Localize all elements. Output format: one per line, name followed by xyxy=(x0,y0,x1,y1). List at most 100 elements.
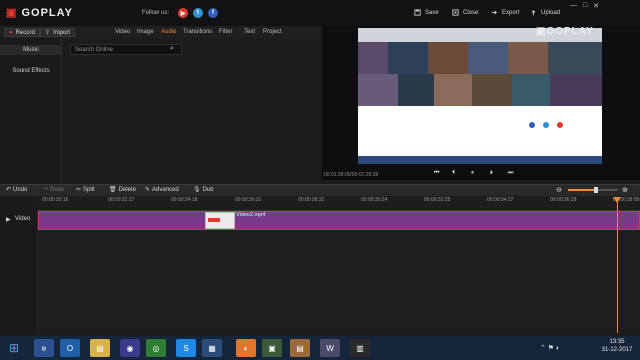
advanced-button[interactable]: ✎ Advanced xyxy=(145,186,179,194)
pause-icon[interactable]: ⏸ xyxy=(471,170,480,179)
tab-audio[interactable]: Audio xyxy=(161,29,176,35)
tab-filter[interactable]: Filter xyxy=(219,29,232,35)
chrome-icon[interactable]: ◎ xyxy=(146,339,166,357)
preview-frame-image xyxy=(358,28,602,164)
import-button[interactable]: ⇪ Import xyxy=(40,28,76,37)
record-button[interactable]: ● Record xyxy=(4,28,40,37)
follow-label: Follow us: xyxy=(142,10,170,16)
ruler-tick-label: 00:00:20:16 xyxy=(42,197,69,203)
video-track-icon: ▶ xyxy=(6,217,11,223)
zoom-slider-fill xyxy=(568,189,596,191)
edit-toolbar xyxy=(0,184,640,196)
preview-timecode: 00:01:28:00/00:01:28:28 xyxy=(324,172,379,178)
record-label: Record xyxy=(15,29,35,36)
redo-button[interactable]: ↷ Redo xyxy=(43,186,65,194)
advanced-icon: ✎ xyxy=(145,187,151,193)
save-icon xyxy=(414,9,421,16)
ruler-tick-label: 00:00:32:25 xyxy=(424,197,451,203)
zoom-slider-thumb[interactable] xyxy=(594,187,598,193)
advanced-label: Advanced xyxy=(152,186,179,193)
tab-project[interactable]: Project xyxy=(263,29,282,35)
upload-button[interactable]: Upload xyxy=(530,9,560,16)
preview-video-frame xyxy=(358,28,602,164)
video-track-label: Video xyxy=(15,216,31,222)
redo-icon: ↷ xyxy=(43,187,49,193)
ruler-tick-label: 00:00:26:21 xyxy=(235,197,262,203)
export-button[interactable]: Export xyxy=(491,9,519,16)
dub-button[interactable]: 🎙 Dub xyxy=(193,186,214,194)
watermark-brand: GOPLAY xyxy=(546,26,594,37)
delete-button[interactable]: 🗑 Delete xyxy=(109,186,136,194)
undo-button[interactable]: ↶ Undo xyxy=(6,186,28,194)
playhead-handle[interactable] xyxy=(613,197,621,203)
taskbar-app-icon[interactable]: ◉ xyxy=(120,339,140,357)
sidebar-item-music[interactable]: Music xyxy=(0,45,62,55)
timeline-ruler[interactable]: 00:00:20:16 00:00:22:17 00:00:24:18 00:0… xyxy=(38,197,640,211)
ruler-tick-label: 00:00:36:29 xyxy=(550,197,577,203)
undo-icon: ↶ xyxy=(6,187,12,193)
taskbar-app-icon[interactable]: e xyxy=(34,339,54,357)
twitter-icon[interactable]: t xyxy=(193,8,203,18)
app-window: ▣ GOPLAY Follow us: ▶ t f Save Close Exp… xyxy=(0,0,640,360)
skip-start-icon[interactable]: ⏮ xyxy=(434,170,443,179)
youtube-icon[interactable]: ▶ xyxy=(178,8,188,18)
import-label: Import xyxy=(53,29,71,36)
zoom-in-icon[interactable]: ⊕ xyxy=(622,186,628,194)
facebook-icon[interactable]: f xyxy=(208,8,218,18)
playhead-line[interactable] xyxy=(617,197,618,333)
taskbar-app-icon[interactable]: ▤ xyxy=(290,339,310,357)
undo-label: Undo xyxy=(13,186,28,193)
skip-end-icon[interactable]: ⏭ xyxy=(508,170,517,179)
track-header: ▶ Video xyxy=(0,211,38,333)
windows-start-icon[interactable]: ⊞ xyxy=(4,339,24,357)
import-icon: ⇪ xyxy=(45,30,51,36)
close-label: Close xyxy=(463,9,479,16)
tab-video[interactable]: Video xyxy=(115,29,130,35)
sidebar-item-sound-effects[interactable]: Sound Effects xyxy=(0,68,62,74)
save-button[interactable]: Save xyxy=(414,9,439,16)
maximize-icon[interactable]: □ xyxy=(583,2,587,10)
zoom-out-icon[interactable]: ⊖ xyxy=(556,186,562,194)
step-back-icon[interactable]: ⏴ xyxy=(452,170,461,179)
dub-label: Dub xyxy=(202,186,214,193)
taskbar-app-icon[interactable]: ▦ xyxy=(202,339,222,357)
tab-text[interactable]: Text xyxy=(244,29,255,35)
taskbar-clock[interactable]: 13:35 31-12-2017 xyxy=(594,338,640,354)
ruler-tick-label: 00:00:28:22 xyxy=(298,197,325,203)
ruler-tick-label: 00:00:34:27 xyxy=(487,197,514,203)
minimize-icon[interactable]: — xyxy=(570,2,577,10)
zoom-control: ⊖ ⊕ xyxy=(556,186,630,194)
redo-label: Redo xyxy=(50,186,65,193)
ruler-tick-label: 00:00:22:17 xyxy=(108,197,135,203)
sidebar: Music Sound Effects xyxy=(0,38,62,184)
upload-label: Upload xyxy=(541,9,561,16)
search-icon[interactable]: ⌕ xyxy=(170,45,174,53)
tab-image[interactable]: Image xyxy=(137,29,154,35)
firefox-icon[interactable]: ◐ xyxy=(236,339,256,357)
thumbnail-graphic xyxy=(208,218,220,222)
skype-icon[interactable]: S xyxy=(176,339,196,357)
split-icon: ✂ xyxy=(76,187,82,193)
ruler-tick-label: 00:00:30:24 xyxy=(361,197,388,203)
clock-time: 13:35 xyxy=(609,339,625,345)
app-logo: ▣ GOPLAY xyxy=(6,6,73,19)
watermark-logo: ▣GOPLAY xyxy=(536,26,594,37)
taskbar-app-icon[interactable]: ▣ xyxy=(262,339,282,357)
delete-label: Delete xyxy=(118,186,136,193)
window-close-icon[interactable]: ✕ xyxy=(593,2,599,10)
taskbar-app-icon[interactable]: W xyxy=(320,339,340,357)
tray-icons[interactable]: ⌃ ⚑ ◐ xyxy=(540,344,560,352)
close-button[interactable]: Close xyxy=(452,9,478,16)
split-button[interactable]: ✂ Split xyxy=(76,186,95,194)
export-icon xyxy=(491,10,497,15)
clip-thumbnail xyxy=(205,212,235,229)
tab-transitions[interactable]: Transitions xyxy=(183,29,212,35)
taskbar-app-icon[interactable]: ▥ xyxy=(350,339,370,357)
video-clip[interactable] xyxy=(38,211,640,230)
step-forward-icon[interactable]: ⏵ xyxy=(490,170,499,179)
file-explorer-icon[interactable]: ▤ xyxy=(90,339,110,357)
export-label: Export xyxy=(502,9,520,16)
search-input[interactable]: Search Online xyxy=(70,44,182,55)
taskbar-app-icon[interactable]: O xyxy=(60,339,80,357)
delete-icon: 🗑 xyxy=(109,187,117,193)
